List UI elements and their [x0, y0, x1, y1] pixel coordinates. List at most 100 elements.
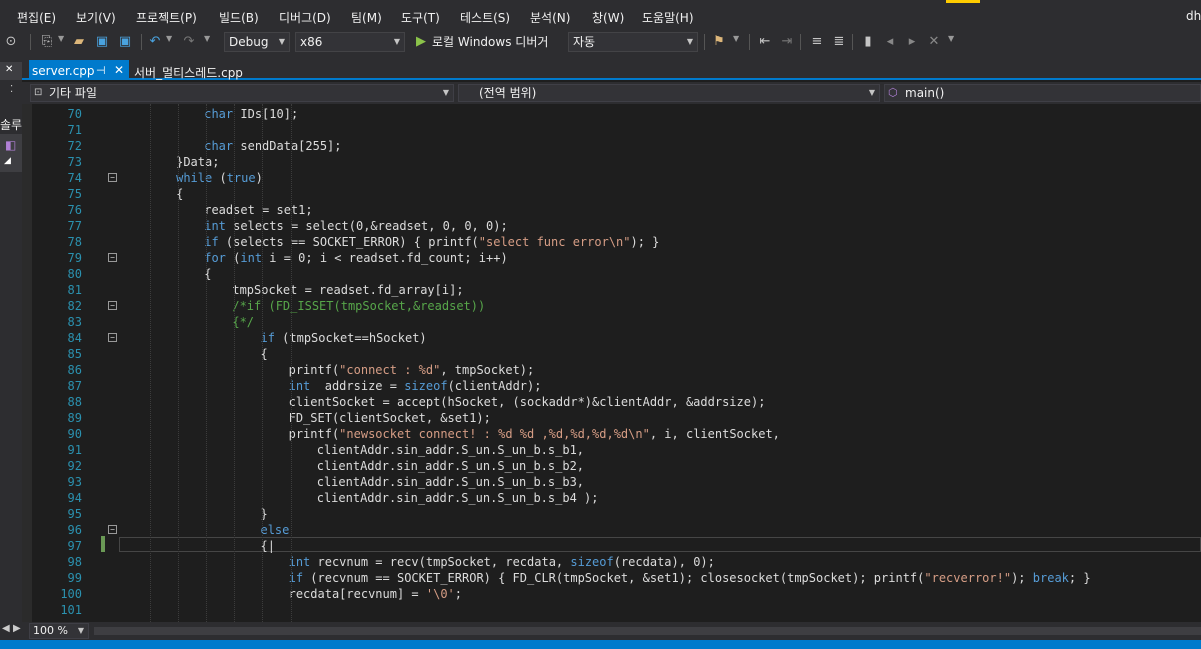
find-in-files-icon[interactable]: ⚑	[710, 32, 728, 52]
code-line[interactable]: 88 clientSocket = accept(hSocket, (sockad…	[22, 394, 1201, 410]
decrease-indent-icon[interactable]: ⇤	[756, 32, 774, 52]
zoom-combo[interactable]: 100 % ▼	[29, 623, 89, 639]
code-line[interactable]: 81 tmpSocket = readset.fd_array[i];	[22, 282, 1201, 298]
increase-indent-icon[interactable]: ⇥	[778, 32, 796, 52]
uncomment-lines-icon[interactable]: ≣	[830, 32, 848, 52]
user-initials[interactable]: dh	[1186, 9, 1201, 23]
menu-tools[interactable]: 도구(T)	[401, 9, 440, 26]
code-line[interactable]: 98 int recvnum = recv(tmpSocket, recdata,…	[22, 554, 1201, 570]
close-icon[interactable]: ✕	[5, 64, 13, 75]
code-line[interactable]: 77 int selects = select(0,&readset, 0, 0,…	[22, 218, 1201, 234]
code-line[interactable]: 94 clientAddr.sin_addr.S_un.S_un_b.s_b4 )…	[22, 490, 1201, 506]
navigate-forward-icon[interactable]: ⊙	[4, 32, 18, 52]
menu-window[interactable]: 창(W)	[592, 9, 624, 26]
code-line[interactable]: 76 readset = set1;	[22, 202, 1201, 218]
code-line[interactable]: 70 char IDs[10];	[22, 106, 1201, 122]
project-combo[interactable]: ⊡ 기타 파일 ▼	[30, 84, 454, 102]
menu-team[interactable]: 팀(M)	[351, 9, 382, 26]
scope-combo[interactable]: (전역 범위) ▼	[458, 84, 880, 102]
code-line[interactable]: 96 − else	[22, 522, 1201, 538]
plain-token: (	[212, 171, 227, 185]
find-dropdown-icon[interactable]: ▼	[733, 34, 739, 43]
code-text: FD_SET(clientSocket, &set1);	[289, 410, 491, 426]
code-line[interactable]: 83 {*/	[22, 314, 1201, 330]
code-line[interactable]: 87 int addrsize = sizeof(clientAddr);	[22, 378, 1201, 394]
pin-icon[interactable]: ⊣	[96, 64, 106, 77]
toolbar-separator	[852, 34, 853, 50]
code-line[interactable]: 86 printf("connect : %d", tmpSocket);	[22, 362, 1201, 378]
comment-lines-icon[interactable]: ≡	[808, 32, 826, 52]
expand-arrow-icon[interactable]: ◢	[4, 156, 11, 166]
save-all-icon[interactable]: ▣	[116, 32, 134, 52]
code-line[interactable]: 80{	[22, 266, 1201, 282]
code-line[interactable]: 73}Data;	[22, 154, 1201, 170]
new-project-icon[interactable]: ⎘	[38, 32, 56, 52]
code-line[interactable]: 82 − /*if (FD_ISSET(tmpSocket,&readset))	[22, 298, 1201, 314]
fold-toggle-icon[interactable]: −	[108, 525, 117, 534]
code-line[interactable]: 72 char sendData[255];	[22, 138, 1201, 154]
indent-guide	[234, 104, 236, 622]
run-mode-combo[interactable]: 자동 ▼	[568, 32, 698, 52]
menu-edit[interactable]: 편집(E)	[17, 9, 56, 26]
fold-toggle-icon[interactable]: −	[108, 301, 117, 310]
code-line[interactable]: 97 {|	[22, 538, 1201, 554]
menu-analyze[interactable]: 분석(N)	[530, 9, 570, 26]
menu-project[interactable]: 프로젝트(P)	[136, 9, 197, 26]
solution-explorer-panel[interactable]: ◧ ◢	[0, 134, 22, 172]
menu-help[interactable]: 도움말(H)	[642, 9, 694, 26]
fold-toggle-icon[interactable]: −	[108, 333, 117, 342]
save-icon[interactable]: ▣	[94, 32, 110, 52]
platform-combo[interactable]: x86 ▼	[295, 32, 405, 52]
menu-build[interactable]: 빌드(B)	[219, 9, 259, 26]
pin-icon[interactable]: ⁚	[10, 84, 13, 95]
configuration-combo[interactable]: Debug ▼	[224, 32, 290, 52]
code-line[interactable]: 95}	[22, 506, 1201, 522]
redo-dropdown-icon[interactable]: ▼	[204, 34, 210, 43]
keyword-token: char	[204, 139, 234, 153]
open-file-icon[interactable]: ▰	[70, 32, 88, 52]
toolbar-overflow-icon[interactable]: ▼	[948, 34, 954, 43]
line-number: 86	[67, 363, 82, 377]
code-line[interactable]: 93 clientAddr.sin_addr.S_un.S_un_b.s_b3,	[22, 474, 1201, 490]
code-line[interactable]: 78 if (selects == SOCKET_ERROR) { printf(…	[22, 234, 1201, 250]
string-token: "newsocket connect! : %d %d ,%d,%d,%d,%d…	[339, 427, 650, 441]
solution-explorer-tab[interactable]: 솔루	[0, 116, 22, 133]
code-line[interactable]: 92 clientAddr.sin_addr.S_un.S_un_b.s_b2,	[22, 458, 1201, 474]
new-project-dropdown-icon[interactable]: ▼	[58, 34, 64, 43]
undo-dropdown-icon[interactable]: ▼	[166, 34, 172, 43]
menu-debug[interactable]: 디버그(D)	[279, 9, 331, 26]
fold-toggle-icon[interactable]: −	[108, 173, 117, 182]
fold-toggle-icon[interactable]: −	[108, 253, 117, 262]
code-line[interactable]: 79 − for (int i = 0; i < readset.fd_count;…	[22, 250, 1201, 266]
code-line[interactable]: 71	[22, 122, 1201, 138]
scroll-right-icon[interactable]: ▶	[13, 623, 21, 634]
code-lines[interactable]: 70 char IDs[10]; 71 72 char sendData[255]; 73…	[22, 104, 1201, 622]
start-debugging-icon[interactable]: ▶	[414, 32, 428, 52]
clear-bookmarks-icon[interactable]: ✕	[926, 32, 942, 52]
code-line[interactable]: 101	[22, 602, 1201, 618]
code-line[interactable]: 85{	[22, 346, 1201, 362]
code-line[interactable]: 74 − while (true)	[22, 170, 1201, 186]
bookmark-icon[interactable]: ▮	[860, 32, 876, 52]
code-line[interactable]: 91 clientAddr.sin_addr.S_un.S_un_b.s_b1,	[22, 442, 1201, 458]
member-combo[interactable]: ⬡ main()	[884, 84, 1201, 102]
tab-multithread-server-cpp[interactable]: 서버_멀티스레드.cpp	[134, 64, 243, 81]
code-line[interactable]: 100 recdata[recvnum] = '\0';	[22, 586, 1201, 602]
keyword-token: int	[288, 379, 311, 393]
menu-view[interactable]: 보기(V)	[76, 9, 116, 26]
code-line[interactable]: 75{	[22, 186, 1201, 202]
menu-test[interactable]: 테스트(S)	[460, 9, 510, 26]
start-debugging-button[interactable]: 로컬 Windows 디버거	[432, 33, 548, 51]
close-tab-icon[interactable]: ✕	[114, 63, 124, 77]
previous-bookmark-icon[interactable]: ◂	[882, 32, 898, 52]
code-line[interactable]: 90 printf("newsocket connect! : %d %d ,%d…	[22, 426, 1201, 442]
redo-icon[interactable]: ↷	[181, 32, 197, 52]
horizontal-scrollbar[interactable]	[94, 627, 1201, 635]
plain-token: }Data;	[176, 155, 220, 169]
undo-icon[interactable]: ↶	[146, 32, 164, 52]
next-bookmark-icon[interactable]: ▸	[904, 32, 920, 52]
scroll-left-icon[interactable]: ◀	[2, 623, 10, 634]
code-line[interactable]: 89 FD_SET(clientSocket, &set1);	[22, 410, 1201, 426]
code-line[interactable]: 99 if (recvnum == SOCKET_ERROR) { FD_CLR(…	[22, 570, 1201, 586]
code-line[interactable]: 84 − if (tmpSocket==hSocket)	[22, 330, 1201, 346]
